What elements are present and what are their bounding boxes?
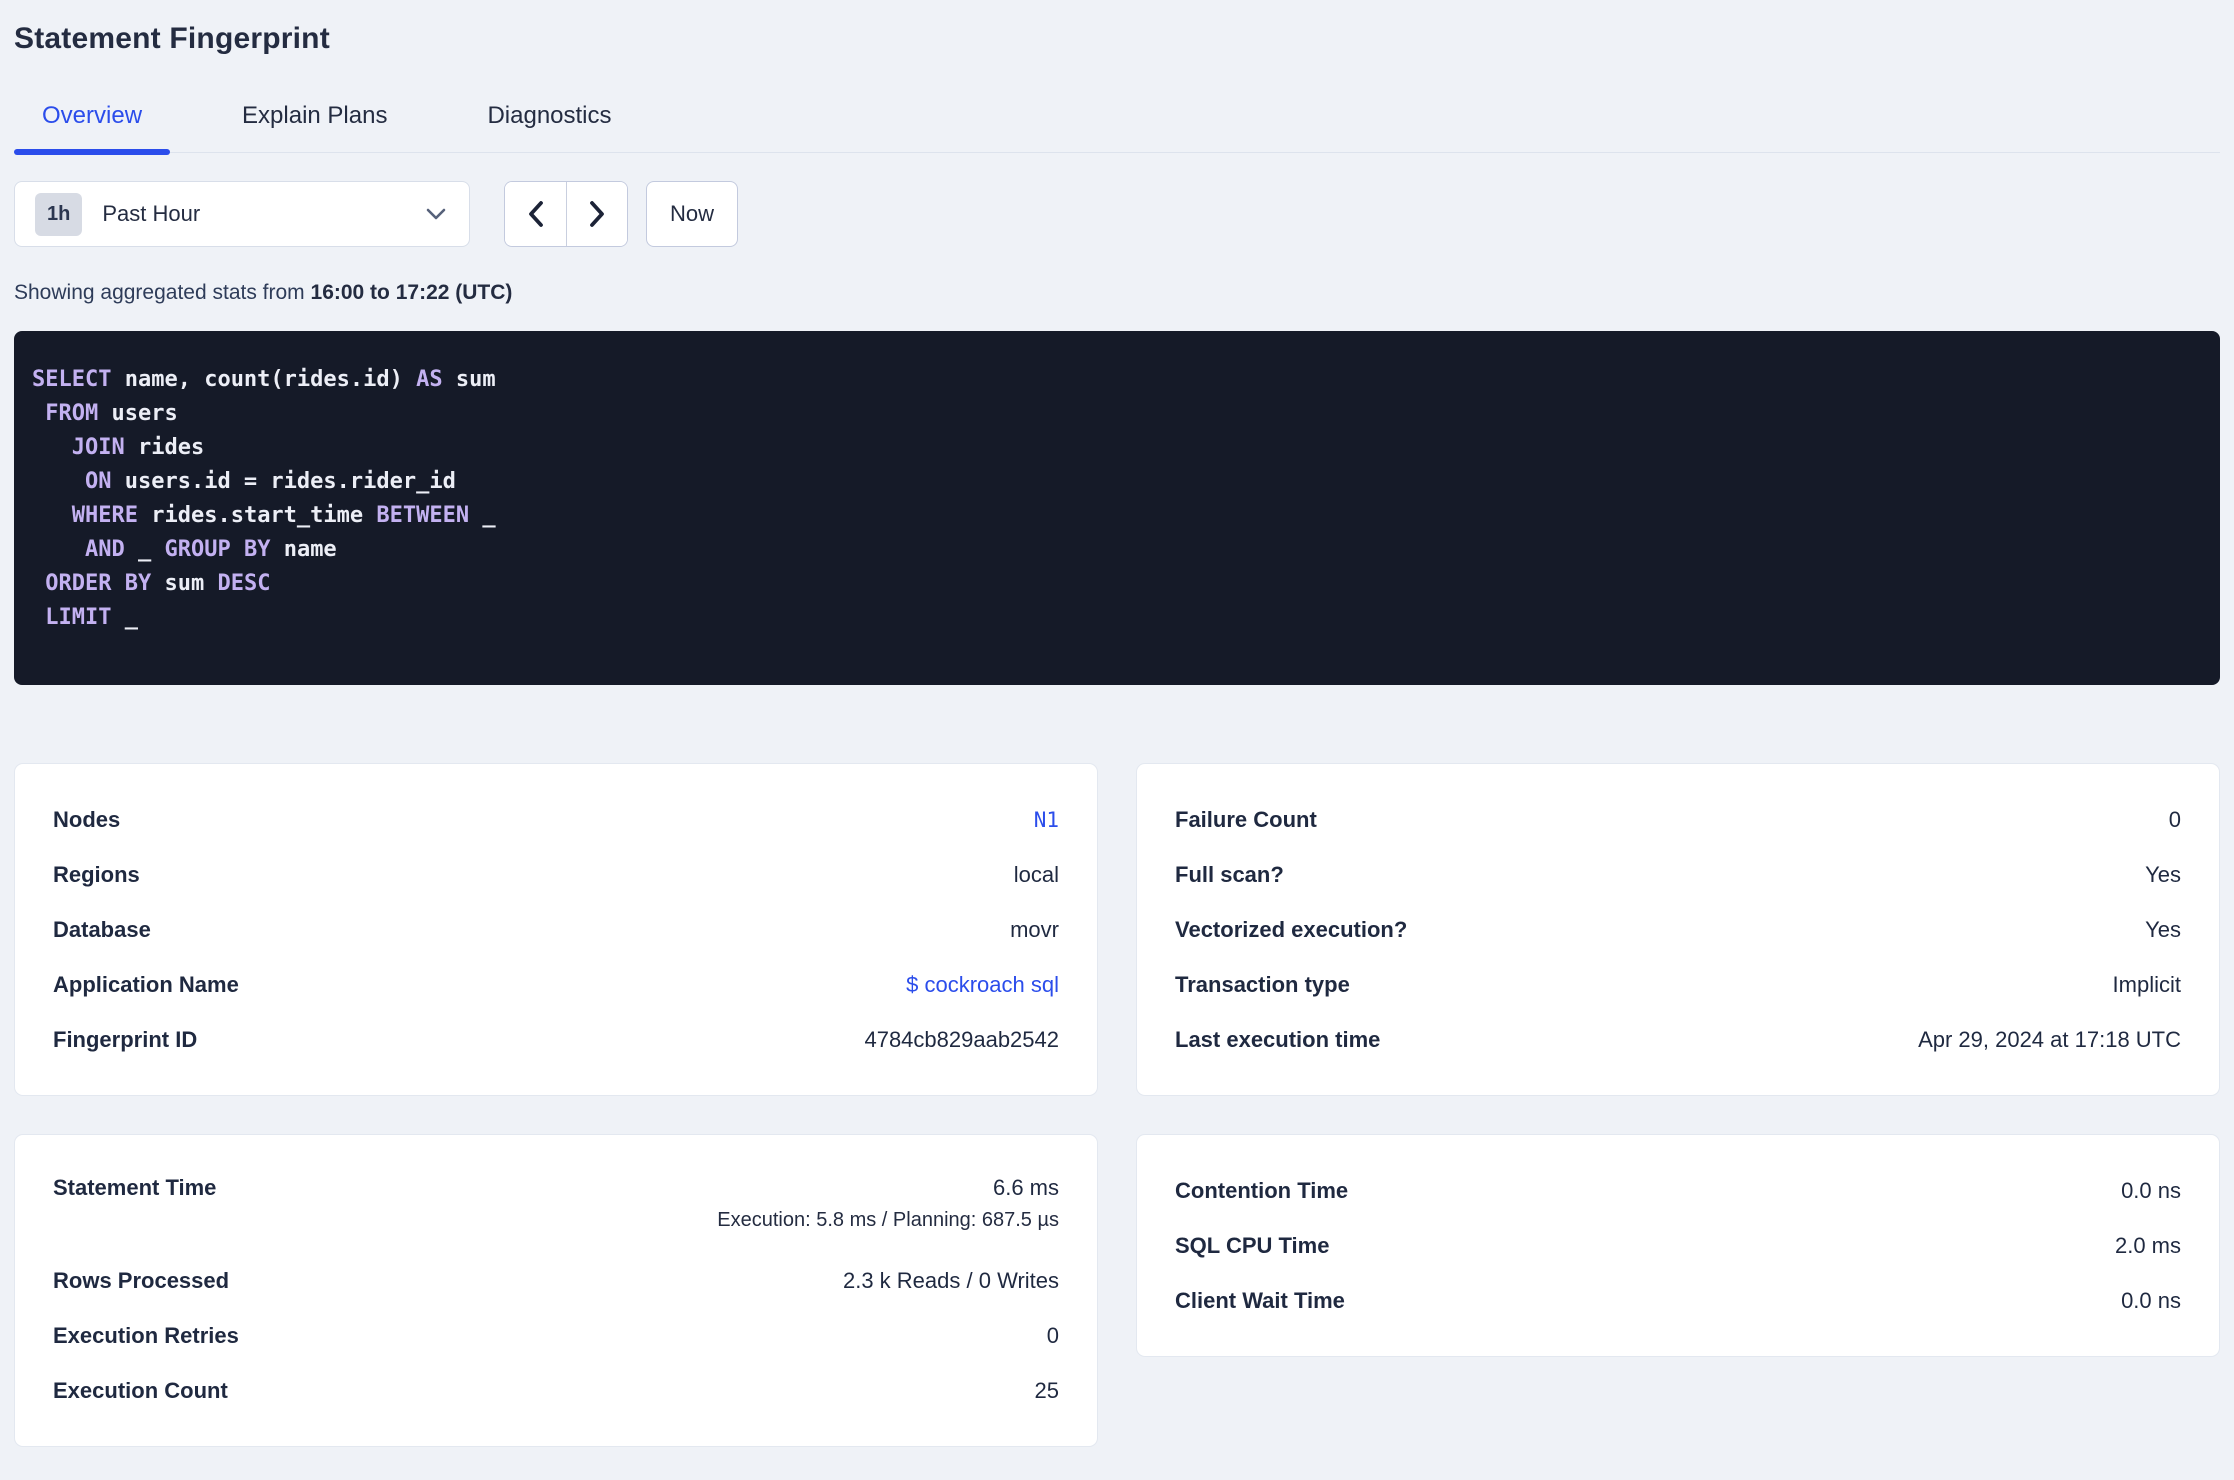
tab-overview-label: Overview (42, 102, 143, 129)
fingerprint-id-value: 4784cb829aab2542 (864, 1026, 1059, 1052)
stats-caption: Showing aggregated stats from 16:00 to 1… (14, 281, 2220, 305)
contention-time-label: Contention Time (1175, 1177, 1349, 1203)
execution-count-label: Execution Count (53, 1377, 228, 1403)
rows-processed-value: 2.3 k Reads / 0 Writes (842, 1267, 1059, 1293)
next-time-button[interactable] (566, 182, 627, 246)
chevron-right-icon (590, 201, 604, 227)
client-wait-time-label: Client Wait Time (1175, 1287, 1345, 1313)
tab-overview[interactable]: Overview (14, 102, 171, 155)
client-wait-time-row: Client Wait Time 0.0 ns (1175, 1273, 2181, 1328)
client-wait-time-value: 0.0 ns (2121, 1287, 2181, 1313)
chevron-left-icon (528, 201, 543, 227)
page-title: Statement Fingerprint (14, 22, 330, 55)
regions-label: Regions (53, 861, 140, 887)
last-execution-time-value: Apr 29, 2024 at 17:18 UTC (1918, 1026, 2181, 1052)
full-scan-row: Full scan? Yes (1175, 847, 2181, 902)
statement-fingerprint-page: Statement Fingerprint Overview Explain P… (0, 22, 2234, 1447)
contention-time-row: Contention Time 0.0 ns (1175, 1163, 2181, 1218)
time-range-dropdown[interactable]: 1h Past Hour (14, 181, 470, 247)
time-range-badge: 1h (35, 192, 83, 236)
execution-count-value: 25 (1034, 1377, 1059, 1403)
vectorized-execution-label: Vectorized execution? (1175, 916, 1408, 942)
execution-attributes-card: Failure Count 0 Full scan? Yes Vectorize… (1136, 763, 2220, 1096)
execution-retries-value: 0 (1046, 1322, 1059, 1348)
sql-code: SELECT name, count(rides.id) AS sum FROM… (32, 367, 496, 630)
statement-time-subvalue: Execution: 5.8 ms / Planning: 687.5 µs (717, 1209, 1059, 1231)
last-execution-time-label: Last execution time (1175, 1026, 1381, 1052)
failure-count-label: Failure Count (1175, 806, 1317, 832)
regions-row: Regions local (53, 847, 1059, 902)
fingerprint-id-row: Fingerprint ID 4784cb829aab2542 (53, 1012, 1059, 1067)
database-label: Database (53, 916, 151, 942)
statement-timings-card: Statement Time 6.6 ms Execution: 5.8 ms … (14, 1134, 1098, 1447)
transaction-type-value: Implicit (2112, 971, 2181, 997)
prev-time-button[interactable] (505, 182, 566, 246)
vectorized-execution-value: Yes (2145, 916, 2181, 942)
nodes-link[interactable]: N1 (1034, 808, 1059, 832)
fingerprint-id-label: Fingerprint ID (53, 1026, 198, 1052)
stats-caption-range: 16:00 to 17:22 (UTC) (310, 281, 513, 304)
failure-count-value: 0 (2168, 806, 2181, 832)
sql-cpu-time-value: 2.0 ms (2114, 1232, 2181, 1258)
transaction-type-row: Transaction type Implicit (1175, 957, 2181, 1012)
transaction-type-label: Transaction type (1175, 971, 1350, 997)
full-scan-value: Yes (2145, 861, 2181, 887)
statement-time-label: Statement Time (53, 1175, 217, 1200)
application-name-link[interactable]: $ cockroach sql (906, 972, 1059, 998)
database-value: movr (1010, 916, 1059, 942)
now-button[interactable]: Now (646, 181, 738, 247)
regions-value: local (1013, 861, 1059, 887)
execution-retries-label: Execution Retries (53, 1322, 239, 1348)
application-name-row: Application Name $ cockroach sql (53, 957, 1059, 1012)
application-name-label: Application Name (53, 971, 239, 997)
statement-time-value: 6.6 ms (992, 1175, 1059, 1200)
rows-processed-row: Rows Processed 2.3 k Reads / 0 Writes (53, 1253, 1059, 1308)
statement-details-card: Nodes N1 Regions local Database movr App… (14, 763, 1098, 1096)
sql-cpu-time-label: SQL CPU Time (1175, 1232, 1330, 1258)
tab-bar: Overview Explain Plans Diagnostics (14, 102, 2220, 155)
contention-time-value: 0.0 ns (2121, 1177, 2181, 1203)
tab-diagnostics[interactable]: Diagnostics (459, 102, 639, 152)
wait-times-card: Contention Time 0.0 ns SQL CPU Time 2.0 … (1136, 1134, 2220, 1357)
summary-cards: Nodes N1 Regions local Database movr App… (14, 763, 2220, 1447)
failure-count-row: Failure Count 0 (1175, 792, 2181, 847)
full-scan-label: Full scan? (1175, 861, 1284, 887)
tab-diagnostics-label: Diagnostics (487, 102, 612, 129)
nodes-row: Nodes N1 (53, 792, 1059, 847)
last-execution-time-row: Last execution time Apr 29, 2024 at 17:1… (1175, 1012, 2181, 1067)
sql-statement-box: SELECT name, count(rides.id) AS sum FROM… (14, 331, 2220, 685)
execution-count-row: Execution Count 25 (53, 1363, 1059, 1418)
chevron-down-icon (426, 208, 446, 220)
tab-explain-plans[interactable]: Explain Plans (214, 102, 415, 152)
time-range-label: Past Hour (102, 201, 201, 226)
time-step-buttons (504, 181, 628, 247)
execution-retries-row: Execution Retries 0 (53, 1308, 1059, 1363)
stats-caption-prefix: Showing aggregated stats from (14, 281, 311, 304)
database-row: Database movr (53, 902, 1059, 957)
statement-time-row: Statement Time 6.6 ms Execution: 5.8 ms … (53, 1163, 1059, 1253)
time-toolbar: 1h Past Hour Now (14, 181, 2220, 247)
sql-cpu-time-row: SQL CPU Time 2.0 ms (1175, 1218, 2181, 1273)
tab-explain-plans-label: Explain Plans (242, 102, 388, 129)
statement-time-values: 6.6 ms Execution: 5.8 ms / Planning: 687… (717, 1175, 1059, 1232)
nodes-label: Nodes (53, 806, 121, 832)
vectorized-execution-row: Vectorized execution? Yes (1175, 902, 2181, 957)
rows-processed-label: Rows Processed (53, 1267, 230, 1293)
